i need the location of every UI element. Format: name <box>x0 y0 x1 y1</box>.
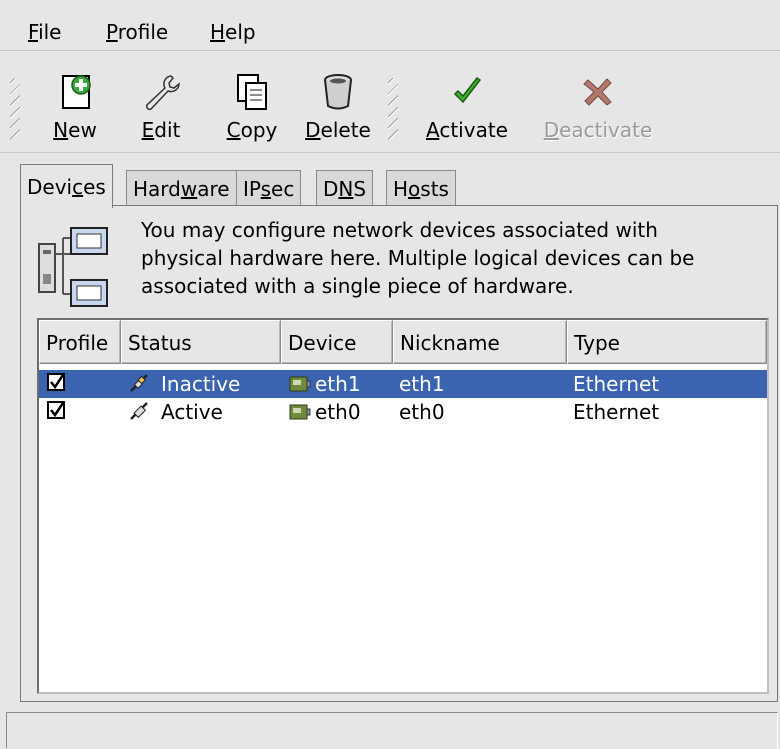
copy-icon <box>237 74 267 110</box>
menu-file[interactable]: File <box>28 20 61 44</box>
copy-button[interactable]: Copy <box>222 72 282 142</box>
plug-active-icon <box>130 402 148 420</box>
network-card-icon <box>289 404 311 420</box>
toolbar-grip[interactable] <box>10 78 20 140</box>
column-header-device[interactable]: Device <box>281 320 393 364</box>
toolbar: New Edit Copy Delete Activate Deactivate <box>0 52 780 150</box>
devices-panel: You may configure network devices associ… <box>20 205 778 702</box>
menubar: File Profile Help <box>0 0 780 51</box>
wrench-icon <box>145 75 180 111</box>
devices-list[interactable]: Profile Status Device Nickname Type Inac… <box>37 318 769 694</box>
checkmark-icon <box>453 76 482 104</box>
tab-hardware[interactable]: Hardware <box>126 170 237 207</box>
table-row[interactable]: Inactive eth1 eth1 Ethernet <box>39 370 767 398</box>
network-card-icon <box>289 376 311 392</box>
status-bar <box>6 712 778 748</box>
copy-label: Copy <box>226 118 278 142</box>
column-header-nickname[interactable]: Nickname <box>393 320 567 364</box>
profile-checkbox[interactable] <box>47 401 65 419</box>
type-cell: Ethernet <box>573 400 660 424</box>
device-cell: eth1 <box>289 370 361 398</box>
type-cell: Ethernet <box>573 372 660 396</box>
toolbar-divider <box>0 152 780 153</box>
x-icon <box>583 78 612 106</box>
device-cell: eth0 <box>289 398 361 426</box>
tab-dns[interactable]: DNS <box>316 170 374 207</box>
tab-hosts[interactable]: Hosts <box>386 170 456 207</box>
network-devices-icon <box>38 227 108 307</box>
edit-button[interactable]: Edit <box>136 72 186 142</box>
toolbar-grip[interactable] <box>388 78 398 140</box>
trash-icon <box>324 74 352 110</box>
menu-help[interactable]: Help <box>210 20 256 44</box>
edit-label: Edit <box>141 118 181 142</box>
delete-button[interactable]: Delete <box>300 72 376 142</box>
deactivate-label: Deactivate <box>543 118 653 142</box>
new-button[interactable]: New <box>50 72 100 142</box>
nickname-cell: eth0 <box>399 400 445 424</box>
activate-button[interactable]: Activate <box>420 72 514 142</box>
tab-ipsec[interactable]: IPsec <box>236 170 302 207</box>
column-header-type[interactable]: Type <box>567 320 767 364</box>
menu-profile[interactable]: Profile <box>106 20 168 44</box>
profile-checkbox[interactable] <box>47 373 65 391</box>
status-cell: Active <box>127 398 223 426</box>
tab-devices[interactable]: Devices <box>20 164 113 208</box>
nickname-cell: eth1 <box>399 372 445 396</box>
activate-label: Activate <box>426 118 508 142</box>
plug-inactive-icon <box>130 374 148 392</box>
panel-description: You may configure network devices associ… <box>141 218 695 298</box>
table-row[interactable]: Active eth0 eth0 Ethernet <box>39 398 767 426</box>
new-label: New <box>53 118 97 142</box>
deactivate-button[interactable]: Deactivate <box>534 72 662 142</box>
new-icon <box>62 75 91 109</box>
column-header-status[interactable]: Status <box>121 320 281 364</box>
status-cell: Inactive <box>127 370 240 398</box>
delete-label: Delete <box>305 118 371 142</box>
column-header-profile[interactable]: Profile <box>39 320 121 364</box>
